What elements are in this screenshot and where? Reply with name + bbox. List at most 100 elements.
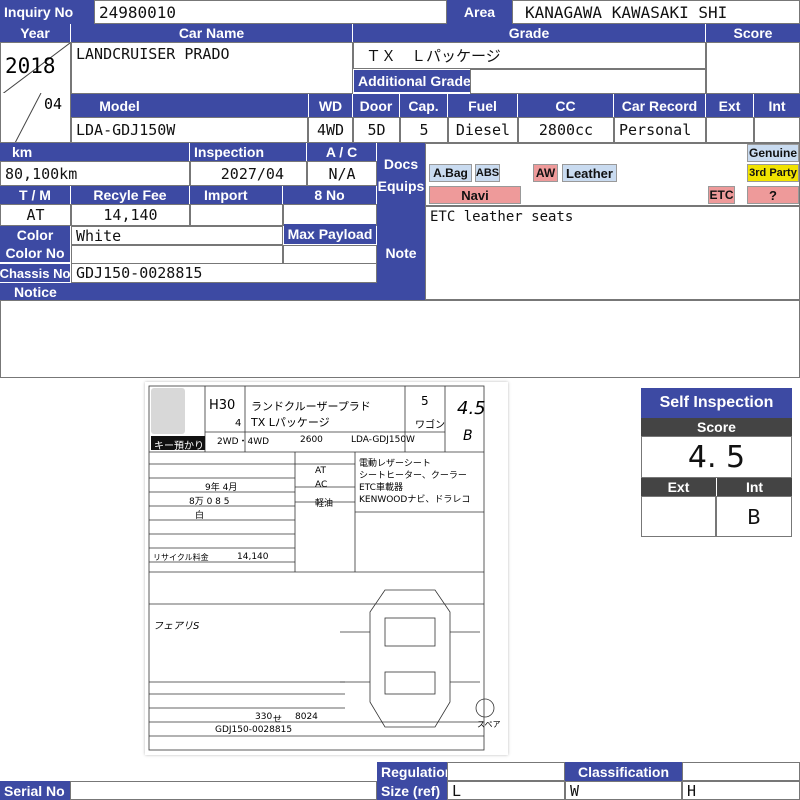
sheet-spare: スペア [477,720,501,729]
model-label: Model [71,94,308,117]
third-party-badge: 3rd Party [747,164,799,182]
equips-label: Equips [377,177,425,194]
ext-value [706,117,754,143]
self-int-label: Int [716,478,792,496]
ext-label: Ext [706,94,753,117]
sheet-key-text: キー預かり [154,441,204,452]
leather-badge: Leather [562,164,617,182]
size-ref-label: Size (ref) [377,781,447,800]
km-label: km [0,143,189,161]
abag-badge: A.Bag [429,164,472,182]
car-record-label: Car Record [614,94,705,117]
fuel-value: Diesel [448,117,518,143]
sheet-cc: 2600 [300,435,323,445]
year-label: Year [0,24,70,42]
int-label: Int [754,94,800,117]
max-payload-label: Max Payload [284,224,376,244]
sheet-handwritten: フェアリS [153,621,200,632]
tm-value: AT [0,204,71,226]
sheet-fuel: 軽油 [315,499,334,509]
inquiry-no-label: Inquiry No [0,0,94,24]
import-label: Import [190,186,282,204]
classification-label: Classification [565,762,682,781]
sheet-recycle-label: リサイクル料金 [153,553,209,562]
note-value: ETC leather seats [425,206,800,300]
color-no-value [71,245,283,264]
sheet-mileage: 8万 0 8 5 [189,497,230,507]
chassis-no-value: GDJ150-0028815 [71,263,377,283]
car-name-value: LANDCRUISER PRADO [71,42,353,94]
self-int-value: B [716,496,792,537]
ac-value: N/A [307,161,377,186]
sheet-score: 4.5 [457,398,486,419]
self-score-label: Score [641,418,792,436]
month-value: 04 [44,95,63,113]
serial-no-label: Serial No [0,781,70,800]
grade-label: Grade [353,24,705,42]
sheet-drive: 2WD・4WD [217,437,270,447]
score-value [706,42,800,94]
navi-badge: Navi [429,186,521,204]
regulation-value [447,762,565,781]
inspection-label: Inspection [190,143,306,161]
self-inspection-title: Self Inspection [641,388,792,418]
notice-label: Notice [0,283,377,300]
cc-label: CC [518,94,613,117]
int-value [754,117,800,143]
genuine-badge: Genuine [747,144,799,162]
wd-label: WD [309,94,352,117]
eight-no-value [283,204,377,226]
sheet-grade: TX Lパッケージ [251,416,330,429]
self-score-value: 4. 5 [641,436,792,478]
door-value: 5D [353,117,400,143]
sheet-name: ランドクルーザープラド [251,400,371,413]
size-l-value: L [447,781,565,800]
sheet-shift: AT [315,466,326,476]
area-value: KANAGAWA KAWASAKI SHI [512,0,800,24]
regulation-label: Regulation [377,762,447,781]
year-cell: 2018 04 [0,42,71,94]
sheet-doors: 5 [421,394,429,408]
max-payload-value [283,245,377,264]
color-label: Color [0,226,70,244]
import-value [190,204,283,226]
tm-label: T / M [0,186,70,204]
recycle-fee-value: 14,140 [71,204,190,226]
sheet-year: H30 [209,398,236,413]
cap-value: 5 [400,117,448,143]
additional-grade-label: Additional Grade [354,70,470,92]
sheet-reg-num: 8024 [295,712,318,722]
sheet-model: LDA-GDJ150W [351,435,415,445]
aw-badge: AW [533,164,558,182]
question-badge: ? [747,186,799,204]
additional-grade-value [470,69,706,94]
car-name-label: Car Name [71,24,352,42]
sheet-int-grade: B [463,428,473,444]
sheet-month: 4 [235,418,242,429]
etc-badge: ETC [708,186,735,204]
km-value: 80,100km [0,161,190,186]
abs-badge: ABS [475,164,500,182]
sheet-recycle: 14,140 [237,552,269,562]
chassis-no-label: Chassis No [0,264,70,282]
serial-no-value [70,781,377,800]
inquiry-no-value: 24980010 [94,0,447,24]
sheet-inspection: 9年 4月 [205,483,238,493]
note-label: Note [377,206,425,300]
recycle-fee-label: Recyle Fee [71,186,189,204]
year-value: 2018 [5,54,56,78]
year-cell-lower: 04 [0,93,71,143]
cc-value: 2800cc [518,117,614,143]
cap-label: Cap. [400,94,447,117]
sheet-reg-kana: せ [273,715,283,725]
model-value: LDA-GDJ150W [71,117,308,143]
size-w-value: W [565,781,682,800]
grade-value: ＴＸ Ｌパッケージ [353,42,706,69]
sheet-chassis: GDJ150-0028815 [215,725,293,735]
sheet-sale-point-4: KENWOODナビ、ドラレコ [359,495,471,505]
color-no-label: Color No [0,244,70,262]
sheet-body: ワゴン [415,420,445,431]
wd-value: 4WD [308,117,353,143]
sheet-color: 白 [195,511,205,521]
eight-no-label: 8 No [283,186,376,204]
